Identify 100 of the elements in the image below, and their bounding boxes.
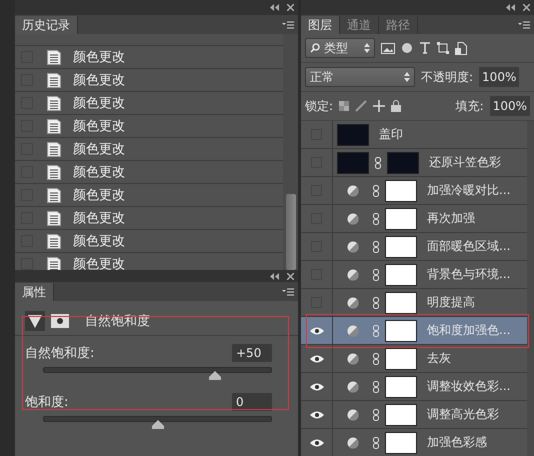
eye-icon[interactable] — [310, 410, 324, 418]
layer-row[interactable]: 背景色与环境... — [301, 261, 527, 289]
scrollbar[interactable] — [283, 34, 298, 270]
layer-row[interactable]: 面部暖色区域... — [301, 233, 527, 261]
link-icon[interactable] — [373, 324, 379, 336]
brush-icon[interactable] — [355, 100, 368, 112]
layer-name: 调整高光色彩 — [427, 406, 499, 423]
layer-row[interactable]: 还原斗笠色彩 — [301, 149, 527, 177]
mask-icon[interactable] — [51, 314, 69, 328]
link-icon[interactable] — [375, 156, 381, 168]
document-icon — [47, 234, 61, 248]
value-field[interactable]: +50 — [232, 344, 272, 362]
layer-row[interactable]: 去灰 — [301, 345, 527, 373]
value-field[interactable]: 0 — [232, 393, 272, 411]
collapse-icon[interactable] — [506, 4, 515, 11]
link-icon[interactable] — [373, 408, 379, 420]
opacity-field[interactable]: 100% — [479, 67, 520, 87]
adjustment-icon — [347, 436, 359, 448]
panel-tab[interactable]: 路径 — [379, 16, 418, 34]
eye-icon[interactable] — [310, 326, 324, 334]
mask-thumbnail — [385, 264, 417, 286]
layer-thumbnail — [337, 152, 369, 174]
link-icon[interactable] — [373, 296, 379, 308]
slider[interactable] — [43, 415, 272, 430]
history-state[interactable]: 颜色更改 — [73, 94, 125, 112]
link-icon[interactable] — [373, 380, 379, 392]
mask-thumbnail — [385, 376, 417, 398]
layer-row[interactable]: 调整高光色彩 — [301, 401, 527, 429]
fill-label: 填充: — [456, 98, 484, 114]
document-icon — [47, 72, 61, 88]
panel-tab[interactable]: 通道 — [340, 16, 379, 34]
link-icon[interactable] — [373, 352, 379, 364]
layer-row[interactable]: 明度提高 — [301, 289, 527, 317]
history-state[interactable]: 颜色更改 — [73, 163, 125, 181]
panel-tab[interactable]: 历史记录 — [15, 16, 78, 34]
panel-tab[interactable]: 图层 — [301, 16, 340, 34]
link-icon[interactable] — [373, 268, 379, 280]
link-icon[interactable] — [373, 240, 379, 252]
slider-thumb[interactable] — [208, 371, 221, 380]
circle-icon[interactable] — [401, 42, 413, 54]
layer-row[interactable]: 调整妆效色彩... — [301, 373, 527, 401]
filter-select[interactable]: 类型 — [305, 38, 375, 58]
eye-icon[interactable] — [310, 354, 324, 362]
adjustment-icon — [347, 352, 359, 364]
filter-value: 类型 — [324, 40, 348, 56]
layer-name: 再次加强 — [427, 210, 475, 227]
adjustment-icon — [347, 296, 359, 308]
history-state[interactable]: 颜色更改 — [73, 232, 125, 250]
collapse-icon[interactable] — [270, 272, 279, 280]
mask-thumbnail — [385, 320, 417, 342]
panel-menu-icon[interactable] — [518, 21, 530, 29]
history-state[interactable]: 颜色更改 — [73, 186, 125, 204]
history-state[interactable]: 颜色更改 — [73, 255, 125, 270]
layer-row[interactable]: 饱和度加强色... — [301, 317, 527, 345]
slider-label: 饱和度: — [25, 394, 68, 411]
slider-thumb[interactable] — [152, 420, 164, 429]
layer-thumbnail — [337, 124, 369, 146]
slider[interactable] — [43, 366, 272, 381]
link-icon[interactable] — [373, 184, 379, 196]
document-icon — [47, 142, 61, 156]
history-state[interactable]: 颜色更改 — [73, 71, 125, 89]
lock-transparency-icon[interactable] — [339, 101, 350, 111]
link-icon[interactable] — [373, 212, 379, 224]
history-state[interactable]: 颜色更改 — [73, 140, 125, 158]
mask-thumbnail — [385, 236, 417, 258]
layer-row[interactable]: 再次加强 — [301, 205, 527, 233]
history-state[interactable]: 颜色更改 — [73, 117, 125, 135]
layer-name: 去灰 — [427, 350, 451, 367]
scrollbar[interactable] — [527, 121, 534, 456]
type-icon[interactable] — [419, 42, 431, 54]
adjustment-icon — [347, 184, 359, 196]
layer-name: 加强冷暖对比... — [427, 182, 510, 199]
image-icon[interactable] — [381, 42, 395, 54]
eye-icon[interactable] — [310, 382, 324, 390]
move-icon[interactable] — [373, 100, 386, 112]
link-icon[interactable] — [373, 436, 379, 448]
adjustment-icon — [347, 380, 359, 392]
layer-name: 背景色与环境... — [427, 266, 510, 283]
smart-object-icon[interactable] — [455, 42, 467, 54]
close-icon[interactable] — [523, 4, 530, 11]
mask-thumbnail — [385, 404, 417, 426]
layer-row[interactable]: 盖印 — [301, 121, 527, 149]
panel-menu-icon[interactable] — [282, 288, 294, 296]
mask-thumbnail — [385, 208, 417, 230]
blend-mode-select[interactable]: 正常 — [305, 67, 415, 87]
layer-row[interactable]: 加强冷暖对比... — [301, 177, 527, 205]
transform-icon[interactable] — [437, 42, 449, 54]
mask-thumbnail — [387, 152, 419, 174]
fill-field[interactable]: 100% — [490, 96, 530, 116]
history-state[interactable]: 颜色更改 — [73, 209, 125, 227]
close-icon[interactable] — [287, 4, 294, 11]
eye-icon[interactable] — [310, 438, 324, 446]
adjustment-icon — [347, 212, 359, 224]
panel-tab[interactable]: 属性 — [15, 283, 54, 301]
lock-icon[interactable] — [391, 100, 402, 112]
adjustment-icon — [347, 240, 359, 252]
history-state[interactable]: 颜色更改 — [73, 48, 125, 66]
collapse-icon[interactable] — [270, 4, 279, 11]
close-icon[interactable] — [287, 272, 294, 280]
panel-menu-icon[interactable] — [282, 21, 294, 29]
